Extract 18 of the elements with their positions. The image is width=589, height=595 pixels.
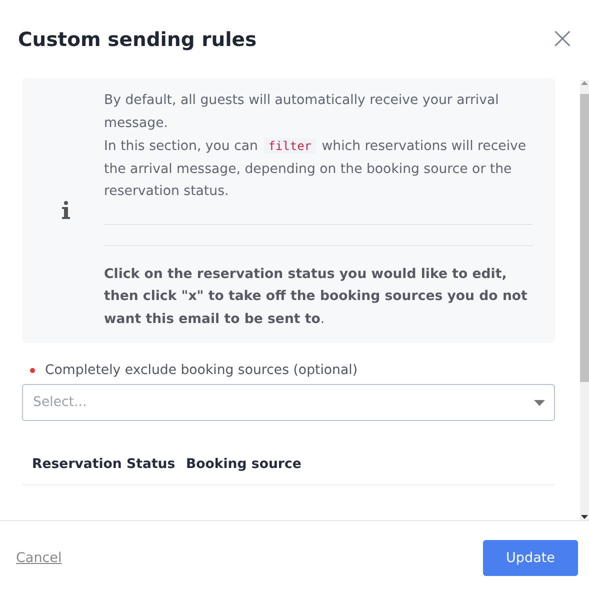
- dialog-title: Custom sending rules: [18, 28, 257, 50]
- scroll-down-icon[interactable]: [580, 514, 589, 520]
- instruction-text: Click on the reservation status you would like to edit, then click "x" to take off the booking sources you do not want this email to be sent to.: [104, 266, 528, 328]
- select-field[interactable]: Select...: [22, 384, 555, 421]
- info-text: By default, all guests will automatically receive your arrival message.: [104, 93, 499, 130]
- info-icon: [61, 200, 71, 218]
- update-button[interactable]: Update: [483, 540, 578, 576]
- required-dot: [30, 368, 35, 373]
- column-header: Booking source: [186, 457, 302, 472]
- close-button[interactable]: ×: [546, 24, 579, 54]
- caret-icon: [534, 400, 545, 406]
- field-label: Completely exclude booking sources (optional): [45, 363, 358, 378]
- cancel-link[interactable]: Cancel: [16, 550, 62, 566]
- scrollbar-thumb[interactable]: [580, 94, 589, 382]
- scroll-up-icon[interactable]: [580, 80, 589, 86]
- column-header: Reservation Status: [32, 457, 176, 472]
- info-text: In this section, you can filter which reservations will receive the arrival message, depending on the booking source or the reservation status.: [104, 137, 528, 201]
- scrollbar[interactable]: [580, 80, 589, 520]
